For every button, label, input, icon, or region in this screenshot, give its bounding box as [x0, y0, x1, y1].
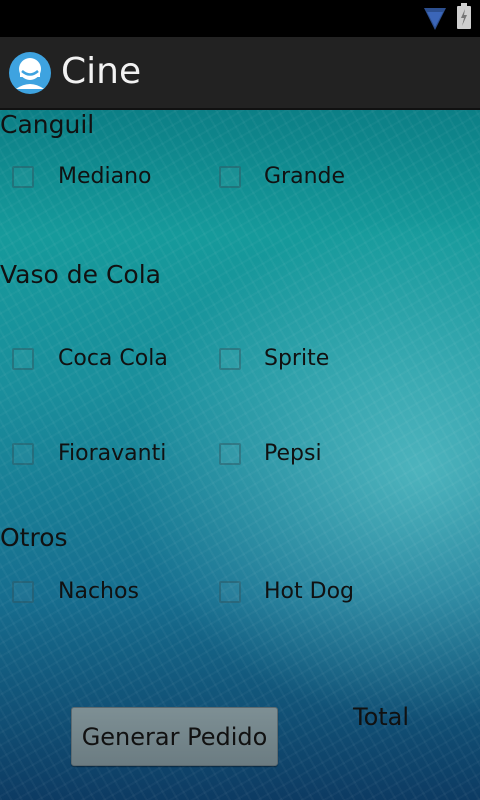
checkbox-mediano[interactable]	[12, 166, 34, 188]
checkbox-label-coca-cola[interactable]: Coca Cola	[58, 346, 168, 372]
checkbox-label-pepsi[interactable]: Pepsi	[264, 441, 322, 467]
wifi-icon	[424, 8, 446, 30]
checkbox-hot-dog[interactable]	[219, 581, 241, 603]
app-title: Cine	[61, 51, 142, 92]
action-bar: Cine	[0, 37, 480, 110]
checkbox-label-grande[interactable]: Grande	[264, 164, 345, 190]
checkbox-sprite[interactable]	[219, 348, 241, 370]
checkbox-grande[interactable]	[219, 166, 241, 188]
checkbox-label-hot-dog[interactable]: Hot Dog	[264, 579, 354, 605]
checkbox-pepsi[interactable]	[219, 443, 241, 465]
generate-order-button[interactable]: Generar Pedido	[71, 707, 278, 766]
checkbox-fioravanti[interactable]	[12, 443, 34, 465]
battery-icon	[457, 3, 471, 29]
checkbox-nachos[interactable]	[12, 581, 34, 603]
total-label: Total	[353, 703, 410, 731]
status-bar	[0, 0, 480, 37]
checkbox-coca-cola[interactable]	[12, 348, 34, 370]
checkbox-label-fioravanti[interactable]: Fioravanti	[58, 441, 166, 467]
section-label-vaso: Vaso de Cola	[0, 260, 161, 289]
section-label-canguil: Canguil	[0, 110, 95, 139]
checkbox-label-mediano[interactable]: Mediano	[58, 164, 151, 190]
app-icon[interactable]	[8, 51, 52, 95]
content-area: Canguil Mediano Grande Vaso de Cola Coca…	[0, 110, 480, 800]
section-label-otros: Otros	[0, 523, 68, 552]
checkbox-label-nachos[interactable]: Nachos	[58, 579, 139, 605]
checkbox-label-sprite[interactable]: Sprite	[264, 346, 329, 372]
